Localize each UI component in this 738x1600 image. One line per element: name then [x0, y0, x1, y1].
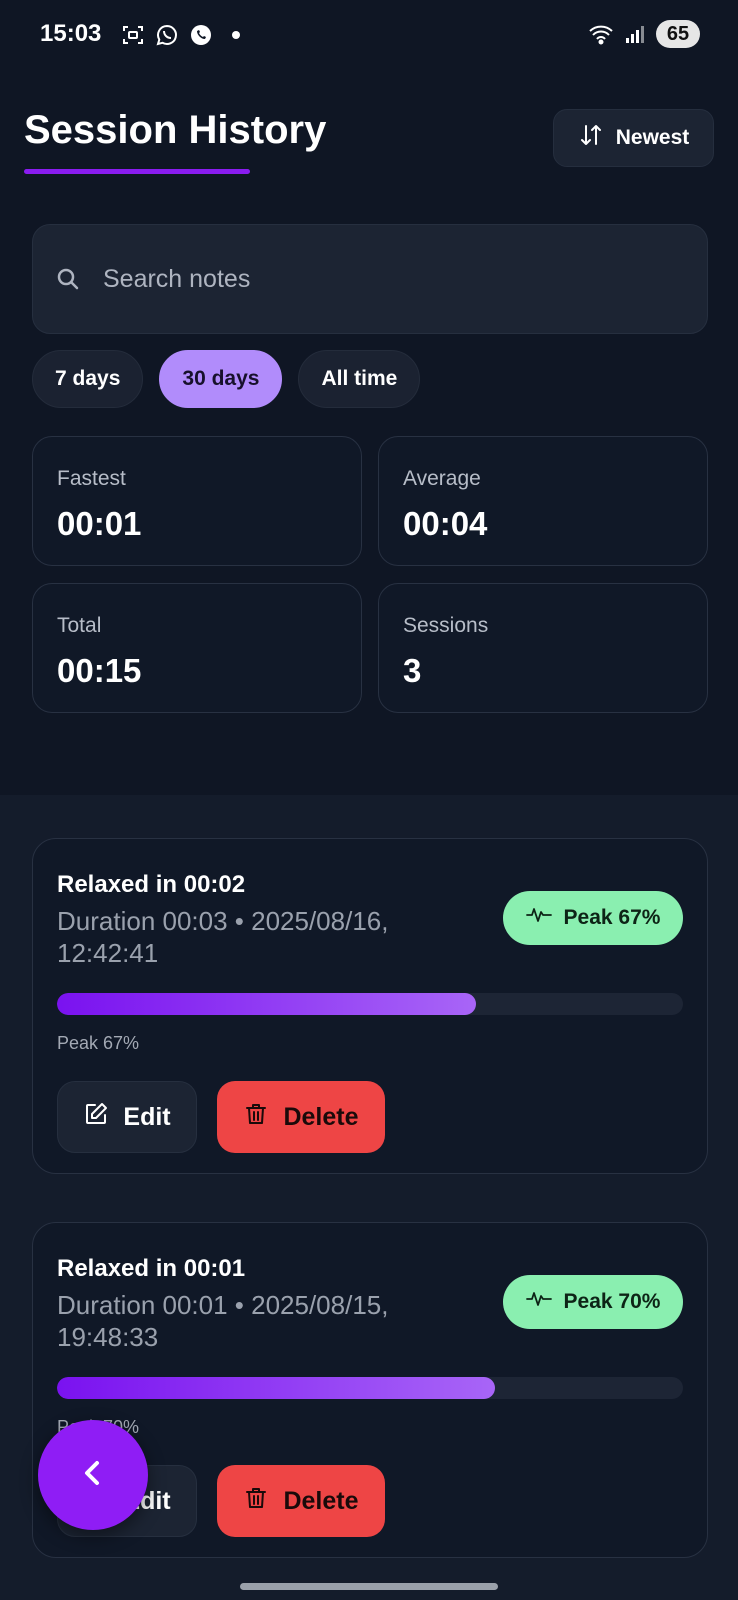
search-input[interactable]	[103, 225, 683, 333]
session-card: Relaxed in 00:02 Duration 00:03 • 2025/0…	[32, 838, 708, 1174]
session-meta-date: Duration 00:03 • 2025/08/16,	[57, 906, 389, 936]
pulse-icon	[525, 904, 552, 932]
peak-progress-label: Peak 67%	[57, 1033, 140, 1053]
home-indicator[interactable]	[240, 1583, 498, 1590]
stat-average: Average 00:04	[378, 436, 708, 566]
session-meta: Duration 00:01 • 2025/08/15, 19:48:33	[57, 1289, 457, 1353]
session-title: Relaxed in 00:02	[57, 871, 246, 898]
back-fab-button[interactable]	[38, 1420, 148, 1530]
search-icon	[55, 266, 81, 297]
notification-icons	[120, 22, 240, 48]
delete-button[interactable]: Delete	[217, 1465, 385, 1537]
viber-icon	[188, 22, 214, 48]
signal-icon	[622, 21, 648, 47]
delete-button[interactable]: Delete	[217, 1081, 385, 1153]
chevron-left-icon	[73, 1453, 113, 1498]
stat-value: 00:15	[57, 652, 142, 689]
stat-fastest: Fastest 00:01	[32, 436, 362, 566]
peak-badge: Peak 67%	[503, 891, 683, 945]
more-notifications-dot	[232, 31, 240, 39]
screenshot-icon	[120, 22, 146, 48]
session-meta-time: 19:48:33	[57, 1322, 159, 1352]
session-meta-time: 12:42:41	[57, 938, 159, 968]
stat-label: Average	[403, 467, 481, 490]
system-icons: 65	[588, 20, 700, 48]
trash-icon	[243, 1101, 269, 1134]
session-meta: Duration 00:03 • 2025/08/16, 12:42:41	[57, 905, 457, 969]
whatsapp-icon	[154, 22, 180, 48]
peak-progress-bar	[57, 1377, 683, 1399]
delete-label: Delete	[283, 1102, 359, 1131]
title-underline	[24, 169, 250, 174]
peak-progress-fill	[57, 993, 477, 1015]
peak-progress-bar	[57, 993, 683, 1015]
sort-label: Newest	[615, 126, 690, 149]
status-bar: 15:03 65	[0, 0, 738, 70]
pulse-icon	[525, 1288, 552, 1316]
stat-label: Sessions	[403, 614, 489, 637]
stat-sessions: Sessions 3	[378, 583, 708, 713]
status-time: 15:03	[40, 20, 102, 47]
filter-30-days[interactable]: 30 days	[159, 350, 283, 408]
search-box[interactable]	[32, 224, 708, 334]
battery-indicator: 65	[656, 20, 700, 48]
stat-value: 00:04	[403, 505, 488, 542]
peak-badge-label: Peak 67%	[563, 906, 661, 929]
stat-label: Fastest	[57, 467, 126, 490]
page-title: Session History	[24, 108, 327, 152]
edit-button[interactable]: Edit	[57, 1081, 197, 1153]
delete-label: Delete	[283, 1486, 359, 1515]
peak-progress-fill	[57, 1377, 496, 1399]
filter-all-time[interactable]: All time	[298, 350, 421, 408]
edit-icon	[83, 1101, 109, 1134]
filter-7-days[interactable]: 7 days	[32, 350, 144, 408]
session-meta-date: Duration 00:01 • 2025/08/15,	[57, 1290, 389, 1320]
wifi-icon	[588, 21, 614, 47]
edit-label: Edit	[123, 1102, 171, 1131]
sort-button[interactable]: Newest	[553, 109, 714, 167]
stat-value: 00:01	[57, 505, 142, 542]
trash-icon	[243, 1485, 269, 1518]
stat-total: Total 00:15	[32, 583, 362, 713]
session-title: Relaxed in 00:01	[57, 1255, 246, 1282]
peak-badge-label: Peak 70%	[563, 1290, 661, 1313]
peak-badge: Peak 70%	[503, 1275, 683, 1329]
stat-label: Total	[57, 614, 102, 637]
sort-icon	[578, 122, 604, 154]
stat-value: 3	[403, 652, 422, 689]
time-filter-chips: 7 days 30 days All time	[32, 350, 421, 408]
